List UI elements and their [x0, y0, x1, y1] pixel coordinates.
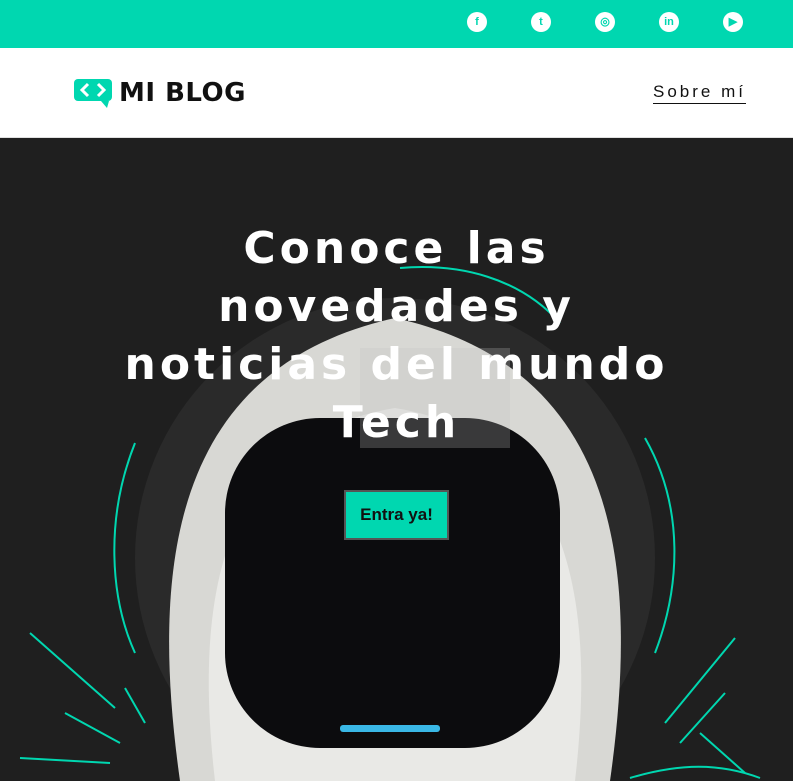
hero: Conoce las novedades y noticias del mund… [0, 138, 793, 781]
logo-text: MI BLOG [119, 77, 246, 108]
hero-title: Conoce las novedades y noticias del mund… [124, 223, 669, 448]
facebook-icon[interactable]: f [467, 12, 487, 32]
logo[interactable]: MI BLOG [73, 77, 246, 109]
youtube-icon[interactable]: ▶ [723, 12, 743, 32]
tumblr-icon[interactable]: t [531, 12, 551, 32]
code-bubble-icon [74, 78, 112, 108]
cta-button[interactable]: Entra ya! [344, 490, 449, 540]
top-bar: f t ◎ in ▶ [0, 0, 793, 48]
nav-about-link[interactable]: Sobre mí [653, 82, 746, 104]
instagram-icon[interactable]: ◎ [595, 12, 615, 32]
social-links: f t ◎ in ▶ [467, 12, 743, 32]
site-header: MI BLOG Sobre mí [0, 48, 793, 138]
linkedin-icon[interactable]: in [659, 12, 679, 32]
hero-content: Conoce las novedades y noticias del mund… [0, 220, 793, 540]
